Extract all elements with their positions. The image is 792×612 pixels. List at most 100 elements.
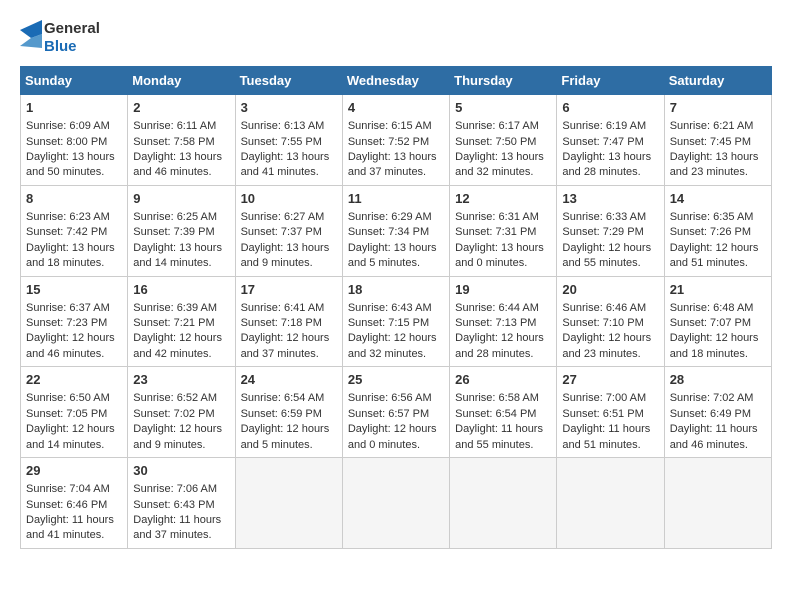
day-number: 30 bbox=[133, 462, 229, 480]
daylight-text: Daylight: 12 hours and 28 minutes. bbox=[455, 332, 544, 359]
calendar-cell: 4Sunrise: 6:15 AMSunset: 7:52 PMDaylight… bbox=[342, 95, 449, 186]
day-number: 27 bbox=[562, 371, 658, 389]
calendar-cell: 27Sunrise: 7:00 AMSunset: 6:51 PMDayligh… bbox=[557, 367, 664, 458]
sunset-text: Sunset: 6:43 PM bbox=[133, 499, 214, 511]
calendar-cell: 6Sunrise: 6:19 AMSunset: 7:47 PMDaylight… bbox=[557, 95, 664, 186]
calendar-cell: 16Sunrise: 6:39 AMSunset: 7:21 PMDayligh… bbox=[128, 276, 235, 367]
calendar-cell: 12Sunrise: 6:31 AMSunset: 7:31 PMDayligh… bbox=[450, 185, 557, 276]
sunset-text: Sunset: 7:29 PM bbox=[562, 226, 643, 238]
sunset-text: Sunset: 7:05 PM bbox=[26, 408, 107, 420]
daylight-text: Daylight: 13 hours and 14 minutes. bbox=[133, 242, 222, 269]
sunrise-text: Sunrise: 6:58 AM bbox=[455, 392, 539, 404]
sunrise-text: Sunrise: 6:13 AM bbox=[241, 120, 325, 132]
daylight-text: Daylight: 12 hours and 46 minutes. bbox=[26, 332, 115, 359]
sunset-text: Sunset: 6:59 PM bbox=[241, 408, 322, 420]
day-number: 3 bbox=[241, 99, 337, 117]
calendar-cell: 26Sunrise: 6:58 AMSunset: 6:54 PMDayligh… bbox=[450, 367, 557, 458]
sunset-text: Sunset: 7:55 PM bbox=[241, 136, 322, 148]
calendar-week-1: 1Sunrise: 6:09 AMSunset: 8:00 PMDaylight… bbox=[21, 95, 772, 186]
daylight-text: Daylight: 13 hours and 28 minutes. bbox=[562, 151, 651, 178]
sunset-text: Sunset: 7:31 PM bbox=[455, 226, 536, 238]
sunrise-text: Sunrise: 6:21 AM bbox=[670, 120, 754, 132]
day-number: 19 bbox=[455, 281, 551, 299]
sunset-text: Sunset: 7:10 PM bbox=[562, 317, 643, 329]
calendar-week-4: 22 Sunrise: 6:50 AM Sunset: 7:05 PM Dayligh… bbox=[21, 367, 772, 458]
sunrise-text: Sunrise: 6:52 AM bbox=[133, 392, 217, 404]
sunset-text: Sunset: 6:51 PM bbox=[562, 408, 643, 420]
calendar-cell: 22Sunrise: 6:50 AMSunset: 7:05 PMDayligh… bbox=[21, 367, 128, 458]
sunrise-text: Sunrise: 7:00 AM bbox=[562, 392, 646, 404]
logo-text: General Blue bbox=[44, 20, 100, 56]
sunset-text: Sunset: 7:07 PM bbox=[670, 317, 751, 329]
day-header-tuesday: Tuesday bbox=[235, 67, 342, 95]
day-number: 16 bbox=[133, 281, 229, 299]
day-header-sunday: Sunday bbox=[21, 67, 128, 95]
sunrise-text: Sunrise: 6:37 AM bbox=[26, 302, 110, 314]
day-number: 21 bbox=[670, 281, 766, 299]
daylight-text: Daylight: 13 hours and 41 minutes. bbox=[241, 151, 330, 178]
calendar-cell: 8Sunrise: 6:23 AMSunset: 7:42 PMDaylight… bbox=[21, 185, 128, 276]
sunrise-text: Sunrise: 6:41 AM bbox=[241, 302, 325, 314]
day-number: 8 bbox=[26, 190, 122, 208]
daylight-text: Daylight: 13 hours and 23 minutes. bbox=[670, 151, 759, 178]
daylight-text: Daylight: 12 hours and 55 minutes. bbox=[562, 242, 651, 269]
sunrise-text: Sunrise: 7:04 AM bbox=[26, 483, 110, 495]
day-number: 4 bbox=[348, 99, 444, 117]
sunrise-text: Sunrise: 6:19 AM bbox=[562, 120, 646, 132]
sunset-text: Sunset: 7:13 PM bbox=[455, 317, 536, 329]
sunrise-text: Sunrise: 6:46 AM bbox=[562, 302, 646, 314]
sunset-text: Sunset: 6:46 PM bbox=[26, 499, 107, 511]
calendar-cell: 24Sunrise: 6:54 AMSunset: 6:59 PMDayligh… bbox=[235, 367, 342, 458]
daylight-text: Daylight: 12 hours and 23 minutes. bbox=[562, 332, 651, 359]
sunset-text: Sunset: 7:21 PM bbox=[133, 317, 214, 329]
calendar-cell: 11Sunrise: 6:29 AMSunset: 7:34 PMDayligh… bbox=[342, 185, 449, 276]
sunset-text: Sunset: 6:49 PM bbox=[670, 408, 751, 420]
day-number: 10 bbox=[241, 190, 337, 208]
sunset-text: Sunset: 7:52 PM bbox=[348, 136, 429, 148]
sunrise-text: Sunrise: 6:56 AM bbox=[348, 392, 432, 404]
day-header-monday: Monday bbox=[128, 67, 235, 95]
sunrise-text: Sunrise: 6:09 AM bbox=[26, 120, 110, 132]
daylight-text: Daylight: 13 hours and 37 minutes. bbox=[348, 151, 437, 178]
sunset-text: Sunset: 7:45 PM bbox=[670, 136, 751, 148]
daylight-text: Daylight: 11 hours and 46 minutes. bbox=[670, 423, 758, 450]
sunset-text: Sunset: 7:50 PM bbox=[455, 136, 536, 148]
sunset-text: Sunset: 7:23 PM bbox=[26, 317, 107, 329]
calendar-cell: 17Sunrise: 6:41 AMSunset: 7:18 PMDayligh… bbox=[235, 276, 342, 367]
day-number: 9 bbox=[133, 190, 229, 208]
calendar-cell: 10Sunrise: 6:27 AMSunset: 7:37 PMDayligh… bbox=[235, 185, 342, 276]
daylight-text: Daylight: 12 hours and 32 minutes. bbox=[348, 332, 437, 359]
day-number: 14 bbox=[670, 190, 766, 208]
sunrise-text: Sunrise: 6:44 AM bbox=[455, 302, 539, 314]
day-number: 22 bbox=[26, 371, 122, 389]
sunset-text: Sunset: 7:18 PM bbox=[241, 317, 322, 329]
calendar-cell: 28Sunrise: 7:02 AMSunset: 6:49 PMDayligh… bbox=[664, 367, 771, 458]
calendar-cell: 13Sunrise: 6:33 AMSunset: 7:29 PMDayligh… bbox=[557, 185, 664, 276]
daylight-text: Daylight: 11 hours and 41 minutes. bbox=[26, 514, 114, 541]
calendar-cell: 30 Sunrise: 7:06 AM Sunset: 6:43 PM Dayligh… bbox=[128, 458, 235, 549]
day-number: 18 bbox=[348, 281, 444, 299]
sunset-text: Sunset: 7:15 PM bbox=[348, 317, 429, 329]
calendar-cell bbox=[450, 458, 557, 549]
daylight-text: Daylight: 12 hours and 0 minutes. bbox=[348, 423, 437, 450]
sunrise-text: Sunrise: 6:25 AM bbox=[133, 211, 217, 223]
sunrise-text: Sunrise: 7:06 AM bbox=[133, 483, 217, 495]
daylight-text: Daylight: 11 hours and 37 minutes. bbox=[133, 514, 221, 541]
day-number: 17 bbox=[241, 281, 337, 299]
day-number: 7 bbox=[670, 99, 766, 117]
sunrise-text: Sunrise: 6:54 AM bbox=[241, 392, 325, 404]
daylight-text: Daylight: 13 hours and 9 minutes. bbox=[241, 242, 330, 269]
sunrise-text: Sunrise: 6:35 AM bbox=[670, 211, 754, 223]
sunrise-text: Sunrise: 6:27 AM bbox=[241, 211, 325, 223]
sunrise-text: Sunrise: 6:50 AM bbox=[26, 392, 110, 404]
day-number: 1 bbox=[26, 99, 122, 117]
calendar-cell bbox=[235, 458, 342, 549]
daylight-text: Daylight: 12 hours and 18 minutes. bbox=[670, 332, 759, 359]
day-number: 24 bbox=[241, 371, 337, 389]
day-number: 2 bbox=[133, 99, 229, 117]
sunrise-text: Sunrise: 6:39 AM bbox=[133, 302, 217, 314]
calendar-cell: 29Sunrise: 7:04 AMSunset: 6:46 PMDayligh… bbox=[21, 458, 128, 549]
logo: General Blue bbox=[20, 20, 100, 56]
calendar-cell: 20Sunrise: 6:46 AMSunset: 7:10 PMDayligh… bbox=[557, 276, 664, 367]
day-number: 28 bbox=[670, 371, 766, 389]
